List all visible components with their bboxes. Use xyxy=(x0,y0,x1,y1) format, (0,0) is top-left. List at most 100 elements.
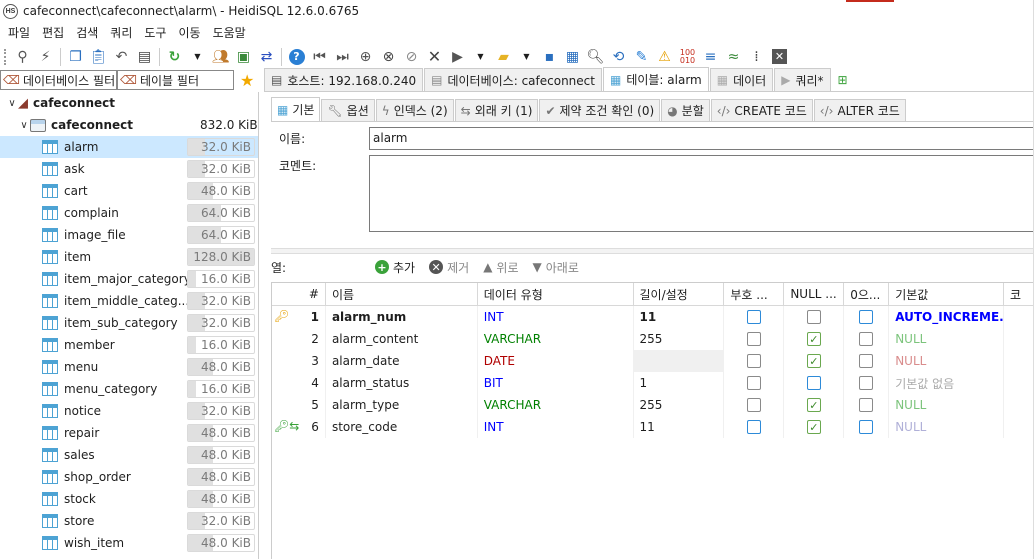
export-icon[interactable]: ▣ xyxy=(234,47,254,67)
column-name-cell[interactable]: alarm_status xyxy=(326,372,478,394)
connect-icon[interactable]: ⚲ xyxy=(13,47,33,67)
table-row[interactable]: 2 alarm_content VARCHAR 255 ✓ NULL xyxy=(272,328,1034,350)
dropdown-icon[interactable]: ▼ xyxy=(517,47,537,67)
tree-table-item[interactable]: notice 32.0 KiB xyxy=(0,400,258,422)
tab-basic[interactable]: ▦ 기본 xyxy=(271,97,321,121)
tree-table-item[interactable]: item 128.0 KiB xyxy=(0,246,258,268)
tab-query[interactable]: ▶ 쿼리* xyxy=(774,68,831,91)
tree-table-item[interactable]: item_sub_category 32.0 KiB xyxy=(0,312,258,334)
post-icon[interactable]: ⊘ xyxy=(402,47,422,67)
tab-table[interactable]: ▦ 테이블: alarm xyxy=(602,67,709,91)
comment-cell[interactable] xyxy=(1004,372,1034,394)
menu-tools[interactable]: 도구 xyxy=(138,24,172,41)
header-datatype[interactable]: 데이터 유형 xyxy=(478,283,634,305)
table-row[interactable]: 4 alarm_status BIT 1 기본값 없음 xyxy=(272,372,1034,394)
datatype-cell[interactable]: VARCHAR xyxy=(478,328,634,350)
tree-table-item[interactable]: wish_item 48.0 KiB xyxy=(0,532,258,554)
default-cell[interactable]: NULL xyxy=(889,394,1005,416)
tree-table-item[interactable]: image_file 64.0 KiB xyxy=(0,224,258,246)
column-name-cell[interactable]: alarm_content xyxy=(326,328,478,350)
tab-data[interactable]: ▦ 데이터 xyxy=(709,68,774,91)
column-name-cell[interactable]: alarm_date xyxy=(326,350,478,372)
unsigned-checkbox[interactable] xyxy=(746,420,761,434)
datatype-cell[interactable]: INT xyxy=(478,306,634,328)
zerofill-cell[interactable] xyxy=(844,394,890,416)
menu-help[interactable]: 도움말 xyxy=(207,24,252,41)
null-checkbox[interactable] xyxy=(806,310,821,324)
tree-table-item[interactable]: repair 48.0 KiB xyxy=(0,422,258,444)
tree-table-item[interactable]: alarm 32.0 KiB xyxy=(0,136,258,158)
datatype-cell[interactable]: BIT xyxy=(478,372,634,394)
comment-cell[interactable] xyxy=(1004,350,1034,372)
tree-table-item[interactable]: ask 32.0 KiB xyxy=(0,158,258,180)
header-unsigned[interactable]: 부호 ... xyxy=(724,283,785,305)
format-icon[interactable]: ≈ xyxy=(724,47,744,67)
close-tab-icon[interactable]: ✕ xyxy=(770,47,790,67)
cancel-icon[interactable]: ✕ xyxy=(425,47,445,67)
tree-table-item[interactable]: sales 48.0 KiB xyxy=(0,444,258,466)
comment-textarea[interactable] xyxy=(369,155,1034,232)
print-icon[interactable]: ▤ xyxy=(135,47,155,67)
null-checkbox[interactable]: ✓ xyxy=(806,398,821,412)
header-length[interactable]: 길이/설정 xyxy=(634,283,725,305)
move-up-button[interactable]: ▲ 위로 xyxy=(483,259,518,276)
zerofill-checkbox[interactable] xyxy=(859,420,874,434)
menu-edit[interactable]: 편집 xyxy=(36,24,70,41)
default-cell[interactable]: 기본값 없음 xyxy=(889,372,1005,394)
tree-table-item[interactable]: shop_order 48.0 KiB xyxy=(0,466,258,488)
menu-go[interactable]: 이동 xyxy=(172,24,206,41)
warning-icon[interactable]: ⚠ xyxy=(655,47,675,67)
tab-partitions[interactable]: ◕ 분할 xyxy=(661,99,710,121)
comment-cell[interactable] xyxy=(1004,394,1034,416)
database-tree[interactable]: ∨ ◢ cafeconnect ∨ cafeconnect 832.0 KiB … xyxy=(0,92,259,559)
database-filter-input[interactable]: ⌫ 데이터베이스 필터 xyxy=(0,70,117,90)
binary-icon[interactable]: 100 010 xyxy=(678,47,698,67)
header-num[interactable]: # xyxy=(272,283,326,305)
table-name-input[interactable]: alarm xyxy=(369,127,1034,150)
table-row[interactable]: 🔑︎⇆ 6 store_code INT 11 ✓ NULL xyxy=(272,416,1034,438)
star-icon[interactable]: ★ xyxy=(240,71,254,90)
last-icon[interactable]: ⏭ xyxy=(333,47,353,67)
zerofill-cell[interactable] xyxy=(844,350,890,372)
default-cell[interactable]: NULL xyxy=(889,350,1005,372)
new-query-tab-button[interactable]: ⊞ xyxy=(832,68,859,91)
column-name-cell[interactable]: alarm_type xyxy=(326,394,478,416)
header-comment[interactable]: 코 xyxy=(1004,283,1034,305)
length-cell[interactable]: 255 xyxy=(634,394,725,416)
length-cell[interactable]: 11 xyxy=(634,416,725,438)
tree-table-item[interactable]: stock 48.0 KiB xyxy=(0,488,258,510)
tab-foreign-keys[interactable]: ⇆ 외래 키 (1) xyxy=(454,99,539,121)
run-icon[interactable]: ▶ xyxy=(448,47,468,67)
tab-host[interactable]: ▤ 호스트: 192.168.0.240 xyxy=(264,68,424,91)
length-cell[interactable]: 1 xyxy=(634,372,725,394)
table-row[interactable]: 🔑︎ 1 alarm_num INT 11 AUTO_INCREME... xyxy=(272,306,1034,328)
move-down-button[interactable]: ▼ 아래로 xyxy=(533,259,579,276)
null-cell[interactable]: ✓ xyxy=(784,394,845,416)
null-cell[interactable]: ✓ xyxy=(784,328,845,350)
null-checkbox[interactable]: ✓ xyxy=(806,354,821,368)
datatype-cell[interactable]: DATE xyxy=(478,350,634,372)
comment-cell[interactable] xyxy=(1004,306,1034,328)
refresh-icon[interactable]: ↻ xyxy=(165,47,185,67)
tree-table-item[interactable]: menu_category 16.0 KiB xyxy=(0,378,258,400)
zerofill-checkbox[interactable] xyxy=(859,354,874,368)
zerofill-cell[interactable] xyxy=(844,328,890,350)
unsigned-cell[interactable] xyxy=(724,306,785,328)
collapse-icon[interactable]: ∨ xyxy=(18,120,30,131)
unsigned-checkbox[interactable] xyxy=(746,310,761,324)
null-cell[interactable]: ✓ xyxy=(784,416,845,438)
disconnect-icon[interactable]: ⚡ xyxy=(36,47,56,67)
null-cell[interactable] xyxy=(784,306,845,328)
tab-check-constraints[interactable]: ✔ 제약 조건 확인 (0) xyxy=(539,99,661,121)
unsigned-cell[interactable] xyxy=(724,350,785,372)
table-row[interactable]: 3 alarm_date DATE ✓ NULL xyxy=(272,350,1034,372)
menu-query[interactable]: 쿼리 xyxy=(104,24,138,41)
undo-icon[interactable]: ↶ xyxy=(112,47,132,67)
tree-host[interactable]: ∨ ◢ cafeconnect xyxy=(0,92,258,114)
tree-table-item[interactable]: cart 48.0 KiB xyxy=(0,180,258,202)
query-icon[interactable]: ▦ xyxy=(563,47,583,67)
unsigned-checkbox[interactable] xyxy=(746,398,761,412)
zerofill-checkbox[interactable] xyxy=(859,310,874,324)
header-default[interactable]: 기본값 xyxy=(889,283,1005,305)
default-cell[interactable]: NULL xyxy=(889,416,1005,438)
